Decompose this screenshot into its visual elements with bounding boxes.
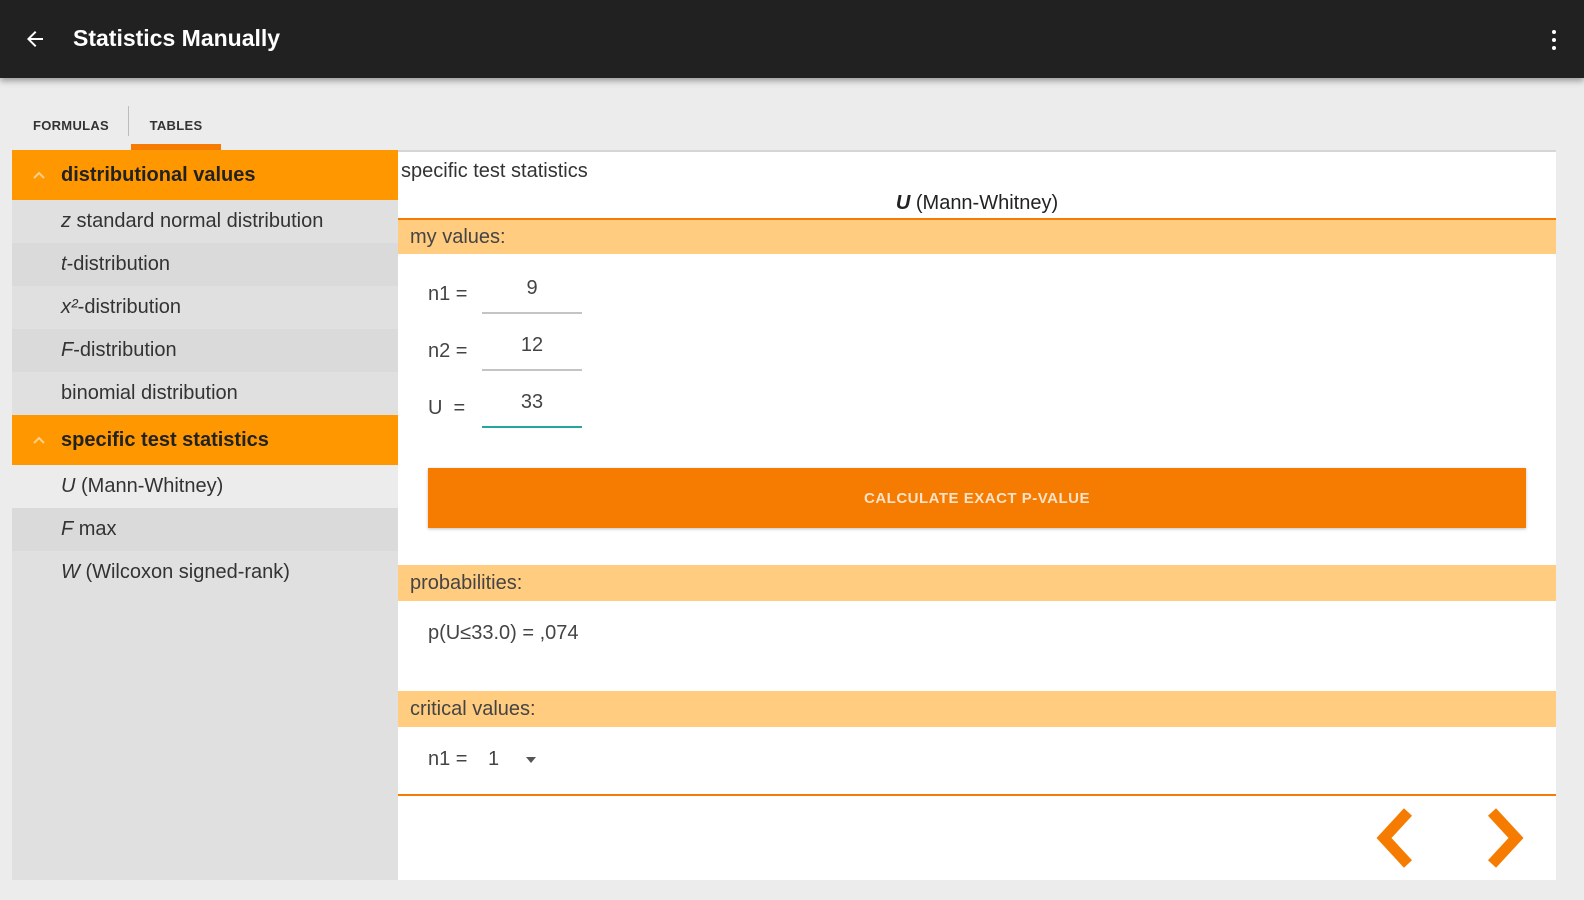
n1-label: n1 = — [428, 283, 468, 305]
item-label: (Mann-Whitney) — [75, 475, 224, 497]
item-label: max — [73, 518, 117, 540]
page-title: U (Mann-Whitney) — [398, 192, 1556, 215]
item-label: (Wilcoxon signed-rank) — [79, 561, 290, 583]
item-symbol: x² — [61, 296, 78, 318]
next-button[interactable] — [1476, 806, 1530, 870]
n2-row: n2 = — [428, 327, 582, 371]
group-label: specific test statistics — [61, 428, 269, 451]
tab-bar: FORMULAS TABLES — [14, 100, 223, 150]
n2-input[interactable] — [482, 331, 582, 371]
u-label: U = — [428, 397, 466, 419]
item-label: binomial distribution — [61, 382, 238, 404]
bottom-divider — [398, 794, 1556, 796]
tab-formulas[interactable]: FORMULAS — [14, 100, 128, 150]
group-header-distributional-values[interactable]: distributional values — [12, 150, 398, 200]
tab-tables-label: TABLES — [149, 117, 203, 133]
section-header-probabilities: probabilities: — [398, 565, 1556, 601]
chevron-up-icon — [33, 436, 45, 444]
dropdown-arrow-icon — [526, 756, 536, 763]
n2-label: n2 = — [428, 340, 468, 362]
chevron-right-icon — [1487, 808, 1524, 868]
critical-n1-select[interactable]: n1 = 1 — [428, 748, 536, 771]
app-title: Statistics Manually — [73, 25, 281, 51]
sidebar-item-wilcoxon[interactable]: W (Wilcoxon signed-rank) — [12, 551, 398, 594]
item-symbol: U — [61, 475, 76, 497]
arrow-left-icon — [27, 31, 43, 47]
item-label: -distribution — [66, 253, 170, 275]
breadcrumb: specific test statistics — [401, 160, 588, 182]
back-button[interactable] — [18, 22, 52, 56]
tab-formulas-label: FORMULAS — [32, 117, 110, 133]
title-symbol: U — [895, 192, 911, 214]
previous-button[interactable] — [1370, 806, 1424, 870]
item-label: -distribution — [73, 339, 177, 361]
item-label: -distribution — [77, 296, 182, 318]
sidebar-item-t-distribution[interactable]: t -distribution — [12, 243, 398, 286]
item-symbol: W — [61, 561, 80, 583]
item-symbol: F — [61, 339, 74, 361]
critical-n1-value: 1 — [488, 748, 500, 770]
more-vertical-icon — [1552, 30, 1556, 50]
title-text: (Mann-Whitney) — [910, 192, 1059, 214]
n1-row: n1 = — [428, 270, 582, 314]
sidebar-item-f-max[interactable]: F max — [12, 508, 398, 551]
section-header-critical-values: critical values: — [398, 691, 1556, 727]
sidebar-item-mann-whitney[interactable]: U (Mann-Whitney) — [12, 465, 398, 508]
app-bar: Statistics Manually — [0, 0, 1584, 78]
tab-tables[interactable]: TABLES — [129, 100, 223, 150]
group-header-specific-test-statistics[interactable]: specific test statistics — [12, 415, 398, 465]
chevron-left-icon — [1376, 808, 1413, 868]
item-label: standard normal distribution — [71, 210, 324, 232]
n1-input[interactable] — [482, 274, 582, 314]
critical-n1-label: n1 = — [428, 748, 468, 770]
sidebar-item-f-distribution[interactable]: F -distribution — [12, 329, 398, 372]
calculate-exact-p-value-button[interactable]: CALCULATE EXACT P-VALUE — [428, 468, 1526, 528]
chevron-up-icon — [33, 171, 45, 179]
section-header-my-values: my values: — [398, 218, 1556, 254]
probability-result: p(U≤33.0) = ,074 — [428, 622, 579, 644]
group-label: distributional values — [61, 163, 256, 186]
sidebar-item-chi-square-distribution[interactable]: x² -distribution — [12, 286, 398, 329]
sidebar-item-z-distribution[interactable]: z standard normal distribution — [12, 200, 398, 243]
u-input[interactable] — [482, 388, 582, 428]
sidebar: distributional values z standard normal … — [12, 150, 398, 880]
item-symbol: z — [61, 210, 71, 232]
item-symbol: F — [61, 518, 74, 540]
overflow-menu-button[interactable] — [1542, 24, 1566, 56]
main-content: specific test statistics U (Mann-Whitney… — [398, 150, 1556, 880]
sidebar-item-binomial-distribution[interactable]: binomial distribution — [12, 372, 398, 415]
u-row: U = — [428, 384, 582, 428]
